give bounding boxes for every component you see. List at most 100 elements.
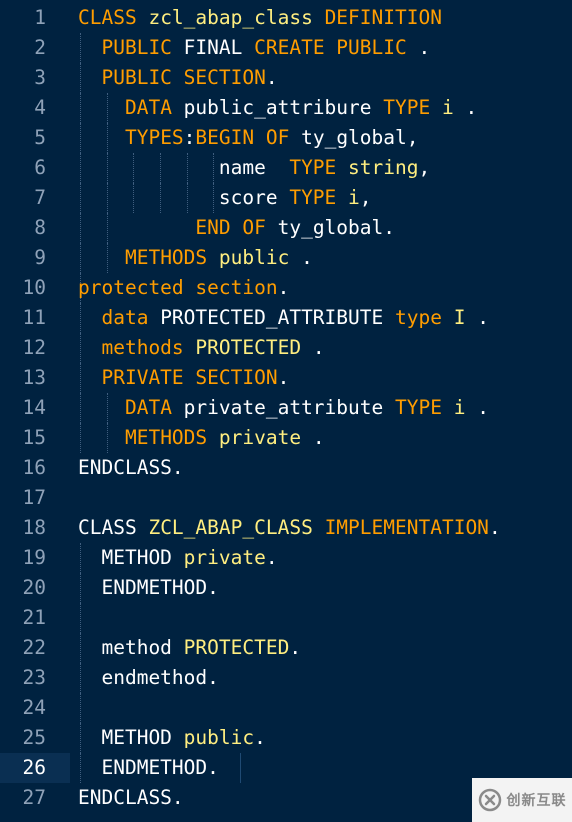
line-number: 15 bbox=[22, 426, 46, 449]
code-line[interactable]: 12 methods PROTECTED . bbox=[0, 333, 572, 363]
keyword-token: PUBLIC SECTION bbox=[101, 66, 266, 89]
identifier-token: PROTECTED bbox=[195, 336, 313, 359]
identifier-token: PROTECTED bbox=[183, 636, 290, 659]
code-line[interactable]: 7 score TYPE i, bbox=[0, 183, 572, 213]
code-text[interactable]: ENDMETHOD. bbox=[78, 573, 218, 603]
code-line[interactable]: 6 name TYPE string, bbox=[0, 153, 572, 183]
code-line[interactable]: 2 PUBLIC FINAL CREATE PUBLIC . bbox=[0, 33, 572, 63]
identifier-token: zcl_abap_class bbox=[148, 6, 325, 29]
keyword-token: data bbox=[101, 306, 161, 329]
identifier-token: ZCL_ABAP_CLASS bbox=[148, 516, 325, 539]
code-line[interactable]: 19 METHOD private. bbox=[0, 543, 572, 573]
code-line[interactable]: 25 METHOD public. bbox=[0, 723, 572, 753]
line-number: 27 bbox=[22, 786, 46, 809]
code-line[interactable]: 18 CLASS ZCL_ABAP_CLASS IMPLEMENTATION. bbox=[0, 513, 572, 543]
code-editor[interactable]: 1 CLASS zcl_abap_class DEFINITION 2 PUBLIC… bbox=[0, 3, 572, 813]
code-text[interactable]: METHODS private . bbox=[78, 423, 325, 453]
plain-token: . bbox=[289, 636, 302, 659]
code-text[interactable]: PUBLIC SECTION. bbox=[78, 63, 278, 93]
line-number: 11 bbox=[22, 306, 46, 329]
identifier-token: i bbox=[453, 396, 478, 419]
line-number: 16 bbox=[22, 456, 46, 479]
code-line[interactable]: 17 bbox=[0, 483, 572, 513]
line-number: 13 bbox=[22, 366, 46, 389]
code-text[interactable]: CLASS ZCL_ABAP_CLASS IMPLEMENTATION. bbox=[78, 513, 501, 543]
plain-token: method bbox=[78, 636, 184, 659]
plain-token: . bbox=[418, 36, 431, 59]
code-line[interactable]: 14 DATA private_attribute TYPE i . bbox=[0, 393, 572, 423]
plain-token: score bbox=[78, 186, 290, 209]
code-text[interactable]: PUBLIC FINAL CREATE PUBLIC . bbox=[78, 33, 430, 63]
line-number: 10 bbox=[22, 276, 46, 299]
code-line[interactable]: 11 data PROTECTED_ATTRIBUTE type I . bbox=[0, 303, 572, 333]
code-line[interactable]: 20 ENDMETHOD. bbox=[0, 573, 572, 603]
code-text[interactable]: METHODS public . bbox=[78, 243, 313, 273]
code-line[interactable]: 5 TYPES:BEGIN OF ty_global, bbox=[0, 123, 572, 153]
code-line[interactable]: 22 method PROTECTED. bbox=[0, 633, 572, 663]
code-line[interactable]: 9 METHODS public . bbox=[0, 243, 572, 273]
code-text[interactable]: CLASS zcl_abap_class DEFINITION bbox=[78, 3, 442, 33]
code-text[interactable]: ENDMETHOD. bbox=[78, 753, 218, 783]
code-line[interactable]: 4 DATA public_attribure TYPE i . bbox=[0, 93, 572, 123]
keyword-token: IMPLEMENTATION bbox=[324, 516, 489, 539]
watermark-label: 创新互联 bbox=[506, 793, 567, 809]
plain-token: . bbox=[477, 306, 489, 329]
code-text[interactable]: PRIVATE SECTION. bbox=[78, 363, 289, 393]
line-number: 19 bbox=[22, 546, 46, 569]
keyword-token: TYPE bbox=[395, 396, 454, 419]
code-text[interactable]: END OF ty_global. bbox=[78, 213, 395, 243]
code-text[interactable]: method PROTECTED. bbox=[78, 633, 301, 663]
code-text[interactable]: ENDCLASS. bbox=[78, 783, 184, 813]
code-line[interactable]: 3 PUBLIC SECTION. bbox=[0, 63, 572, 93]
code-text[interactable]: data PROTECTED_ATTRIBUTE type I . bbox=[78, 303, 489, 333]
plain-token: name bbox=[78, 156, 290, 179]
code-line[interactable]: 10 protected section. bbox=[0, 273, 572, 303]
plain-token: . bbox=[465, 96, 478, 119]
code-text[interactable]: protected section. bbox=[78, 273, 289, 303]
code-text[interactable]: endmethod. bbox=[78, 663, 218, 693]
plain-token: CLASS bbox=[78, 516, 149, 539]
code-line[interactable]: 15 METHODS private . bbox=[0, 423, 572, 453]
code-text[interactable]: name TYPE string, bbox=[78, 153, 430, 183]
keyword-token: TYPE bbox=[289, 156, 349, 179]
code-text[interactable]: METHOD private. bbox=[78, 543, 277, 573]
plain-token: ENDCLASS. bbox=[78, 456, 184, 479]
code-line[interactable]: 1 CLASS zcl_abap_class DEFINITION bbox=[0, 3, 572, 33]
identifier-token: public bbox=[183, 726, 255, 749]
line-number: 1 bbox=[34, 6, 46, 29]
watermark: 创新互联 bbox=[472, 778, 572, 822]
keyword-token: PUBLIC bbox=[101, 36, 184, 59]
code-text[interactable]: ENDCLASS. bbox=[78, 453, 184, 483]
plain-token: . bbox=[254, 726, 266, 749]
code-line[interactable]: 23 endmethod. bbox=[0, 663, 572, 693]
plain-token: . bbox=[265, 66, 278, 89]
keyword-token: METHODS bbox=[124, 246, 219, 269]
keyword-token: DATA bbox=[124, 396, 184, 419]
keyword-token: BEGIN OF bbox=[195, 126, 302, 149]
identifier-token: public bbox=[218, 246, 302, 269]
keyword-token: TYPES bbox=[124, 126, 184, 149]
code-line[interactable]: 24 bbox=[0, 693, 572, 723]
plain-token: . bbox=[312, 426, 325, 449]
code-text[interactable]: DATA public_attribure TYPE i . bbox=[78, 93, 477, 123]
plain-token: . bbox=[488, 516, 501, 539]
plain-token: . bbox=[301, 246, 313, 269]
keyword-token: CLASS bbox=[78, 6, 149, 29]
code-line[interactable]: 16 ENDCLASS. bbox=[0, 453, 572, 483]
line-number: 25 bbox=[22, 726, 46, 749]
code-text[interactable]: TYPES:BEGIN OF ty_global, bbox=[78, 123, 419, 153]
code-line[interactable]: 21 bbox=[0, 603, 572, 633]
code-text[interactable]: score TYPE i, bbox=[78, 183, 372, 213]
code-text[interactable]: DATA private_attribute TYPE i . bbox=[78, 393, 489, 423]
code-line[interactable]: 13 PRIVATE SECTION. bbox=[0, 363, 572, 393]
plain-token: public_attribure bbox=[183, 96, 384, 119]
line-number: 9 bbox=[34, 246, 46, 269]
code-text[interactable]: METHOD public. bbox=[78, 723, 266, 753]
code-text[interactable]: methods PROTECTED . bbox=[78, 333, 324, 363]
code-line[interactable]: 8 END OF ty_global. bbox=[0, 213, 572, 243]
plain-token: METHOD bbox=[78, 546, 184, 569]
